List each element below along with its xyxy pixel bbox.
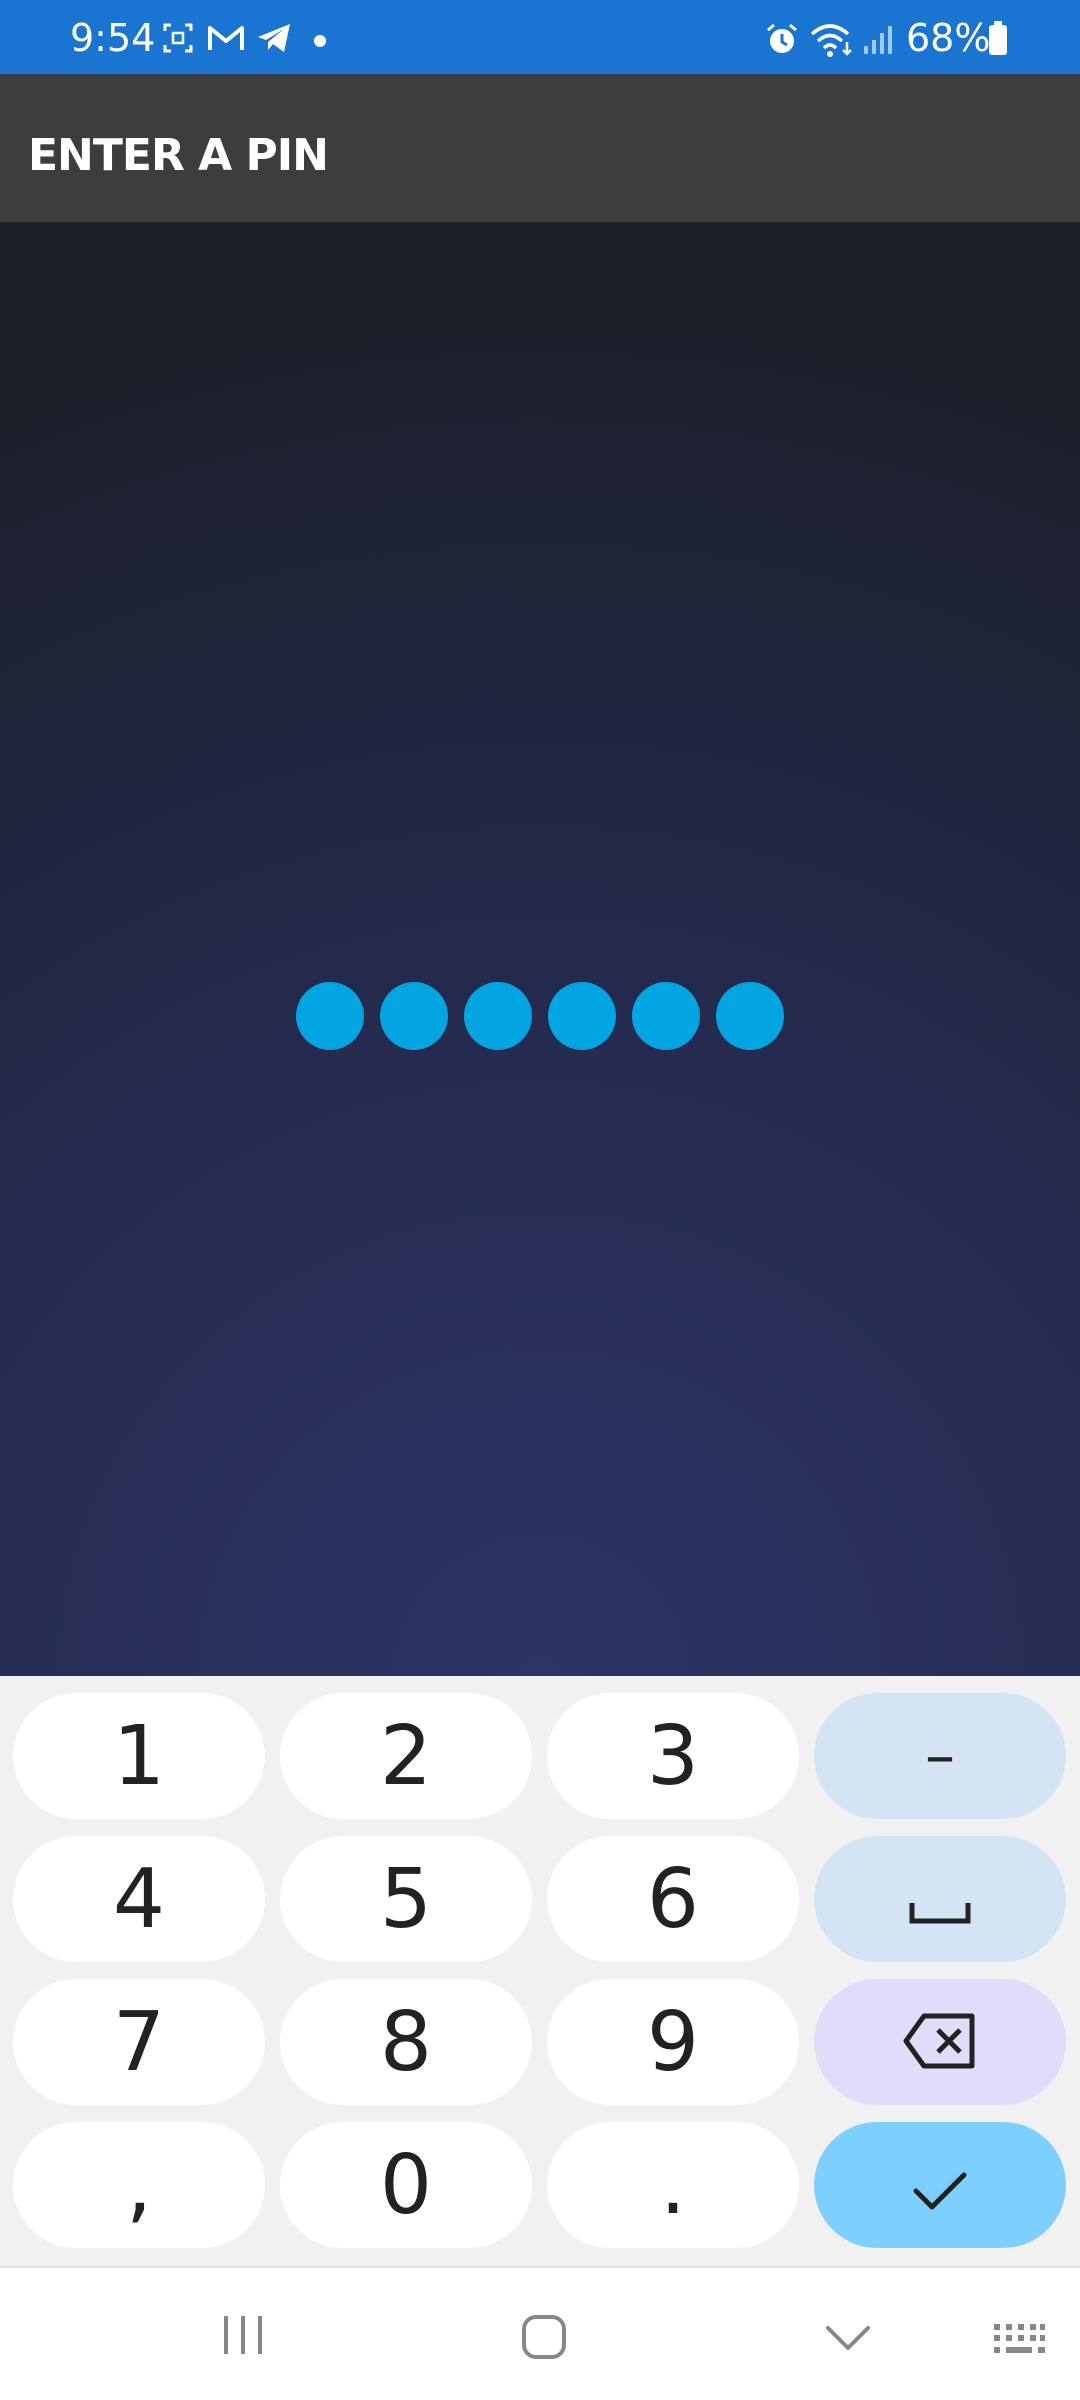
pin-dot <box>464 982 532 1050</box>
navigation-bar <box>0 2266 1080 2400</box>
keyboard-switch-icon[interactable] <box>992 2322 1046 2361</box>
page-title: ENTER A PIN <box>28 130 329 181</box>
key-period[interactable]: . <box>547 2122 799 2248</box>
pin-dots <box>296 982 786 1052</box>
pin-dot <box>380 982 448 1050</box>
key-9[interactable]: 9 <box>547 1979 799 2105</box>
key-1[interactable]: 1 <box>13 1693 265 1819</box>
space-icon <box>908 1852 972 1947</box>
alarm-icon <box>765 22 799 56</box>
pin-dot <box>716 982 784 1050</box>
gmail-icon <box>207 22 245 54</box>
space-key[interactable] <box>814 1836 1066 1962</box>
key-comma[interactable]: , <box>13 2122 265 2248</box>
hide-keyboard-icon[interactable] <box>824 2324 872 2357</box>
key-dash[interactable]: – <box>814 1693 1066 1819</box>
wifi-icon <box>810 22 854 58</box>
key-8[interactable]: 8 <box>280 1979 532 2105</box>
checkmark-icon <box>912 2138 968 2233</box>
key-3[interactable]: 3 <box>547 1693 799 1819</box>
key-5[interactable]: 5 <box>280 1836 532 1962</box>
key-4[interactable]: 4 <box>13 1836 265 1962</box>
backspace-icon <box>902 1995 978 2090</box>
recents-icon[interactable] <box>222 2314 264 2361</box>
key-7[interactable]: 7 <box>13 1979 265 2105</box>
notification-dot-icon <box>314 32 326 47</box>
key-6[interactable]: 6 <box>547 1836 799 1962</box>
battery-icon <box>988 20 1008 56</box>
telegram-icon <box>256 22 292 54</box>
numeric-keyboard: 1 2 3 – 4 5 6 7 8 9 , 0 . <box>0 1676 1080 2266</box>
home-icon[interactable] <box>521 2314 567 2365</box>
key-2[interactable]: 2 <box>280 1693 532 1819</box>
pin-dot <box>548 982 616 1050</box>
battery-percent: 68% <box>906 16 991 60</box>
pin-dot <box>296 982 364 1050</box>
signal-icon <box>862 22 896 56</box>
screenshot-icon <box>162 22 194 54</box>
app-bar: ENTER A PIN <box>0 74 1080 222</box>
status-time: 9:54 <box>70 16 156 60</box>
key-0[interactable]: 0 <box>280 2122 532 2248</box>
pin-dot <box>632 982 700 1050</box>
pin-entry-area[interactable] <box>0 222 1080 1676</box>
backspace-key[interactable] <box>814 1979 1066 2105</box>
status-bar: 9:54 68% <box>0 0 1080 74</box>
done-key[interactable] <box>814 2122 1066 2248</box>
